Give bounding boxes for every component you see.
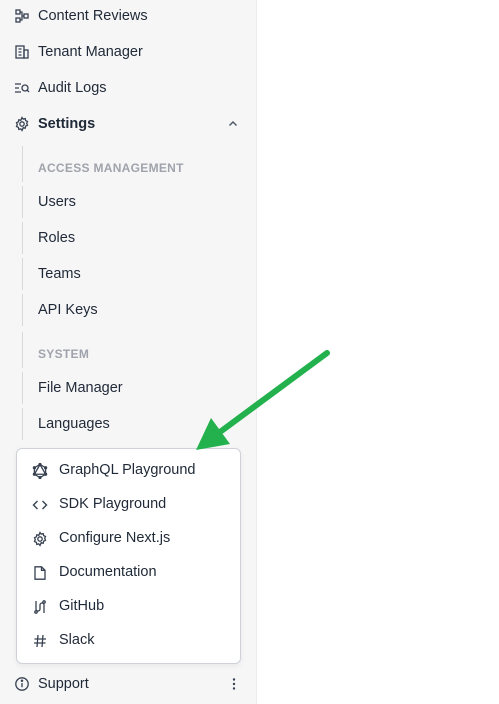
tree-line [22, 372, 23, 404]
document-icon [34, 566, 46, 580]
menu-item-label: Documentation [59, 564, 157, 580]
sidebar-item-languages[interactable]: Languages [38, 416, 110, 432]
menu-item-configure-nextjs[interactable]: Configure Next.js [17, 522, 240, 556]
chevron-up-icon[interactable] [226, 117, 240, 131]
sidebar-item-teams[interactable]: Teams [38, 266, 81, 282]
nav-item-audit-logs[interactable]: Audit Logs [0, 70, 257, 106]
menu-item-slack[interactable]: Slack [17, 624, 240, 658]
menu-item-sdk-playground[interactable]: SDK Playground [17, 488, 240, 522]
menu-item-label: GitHub [59, 598, 105, 614]
nav-label: Settings [38, 116, 96, 132]
gear-icon [33, 531, 47, 547]
gear-icon [15, 116, 29, 132]
support-popup-menu: GraphQL Playground SDK Playground Config… [16, 448, 241, 664]
nav-item-content-reviews[interactable]: Content Reviews [0, 0, 257, 34]
tree-line [22, 294, 23, 326]
sidebar-item-users[interactable]: Users [38, 194, 76, 210]
section-label-access-management: ACCESS MANAGEMENT [38, 161, 184, 175]
menu-item-label: Configure Next.js [59, 530, 171, 546]
search-list-icon [15, 83, 30, 93]
menu-item-graphql-playground[interactable]: GraphQL Playground [17, 454, 240, 488]
support-button[interactable]: Support [0, 666, 257, 702]
nav-label: Tenant Manager [38, 44, 143, 60]
tree-line [22, 186, 23, 218]
menu-item-github[interactable]: GitHub [17, 590, 240, 624]
building-icon [15, 45, 29, 59]
nav-label: Audit Logs [38, 80, 107, 96]
tree-line [22, 146, 23, 182]
sidebar-item-file-manager[interactable]: File Manager [38, 380, 123, 396]
nav-item-tenant-manager[interactable]: Tenant Manager [0, 34, 257, 70]
nav-label: Content Reviews [38, 8, 148, 24]
menu-item-documentation[interactable]: Documentation [17, 556, 240, 590]
graphql-icon [32, 463, 48, 479]
more-vertical-icon[interactable] [226, 676, 242, 692]
support-label: Support [38, 676, 89, 692]
nav-item-settings[interactable]: Settings [0, 106, 257, 142]
code-icon [32, 500, 48, 510]
info-icon [15, 677, 29, 691]
menu-item-label: Slack [59, 632, 95, 648]
hash-icon [34, 634, 46, 648]
workflow-icon [15, 9, 29, 23]
tree-line [22, 258, 23, 290]
sidebar-item-api-keys[interactable]: API Keys [38, 302, 98, 318]
menu-item-label: SDK Playground [59, 496, 167, 512]
github-icon [34, 600, 46, 614]
sidebar-item-roles[interactable]: Roles [38, 230, 75, 246]
section-label-system: SYSTEM [38, 347, 90, 361]
menu-item-label: GraphQL Playground [59, 462, 196, 478]
tree-line [22, 408, 23, 440]
tree-line [22, 332, 23, 368]
tree-line [22, 222, 23, 254]
